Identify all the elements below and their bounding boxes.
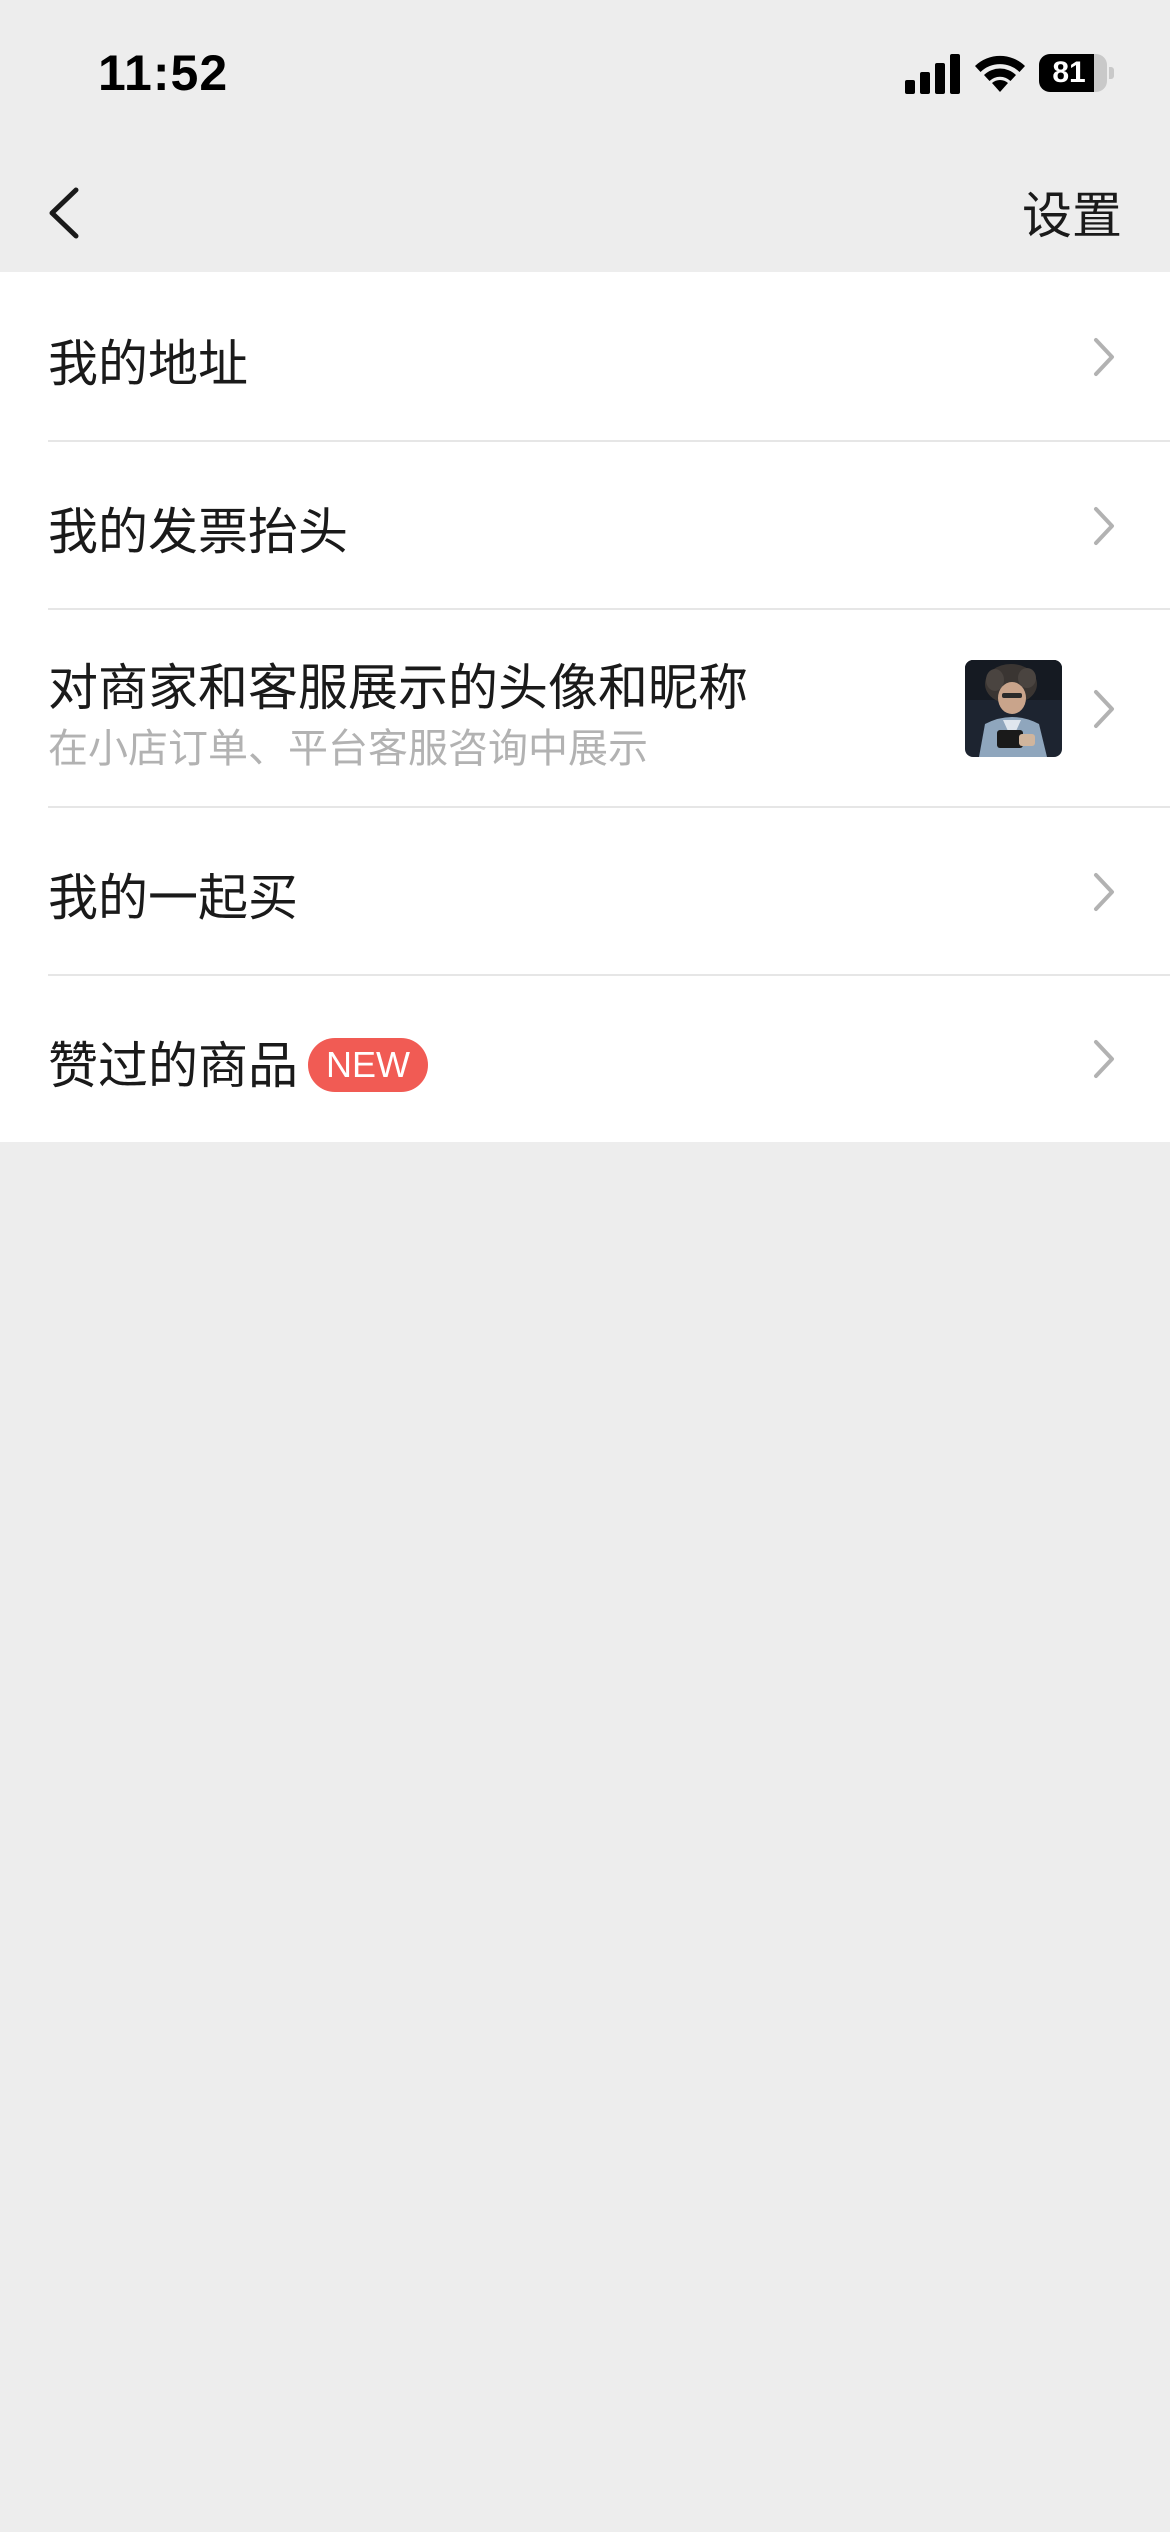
chevron-left-icon[interactable]: [40, 180, 90, 246]
navigation-bar: 设置: [0, 150, 1170, 272]
battery-icon: 81: [1039, 54, 1114, 92]
chevron-right-icon: [1094, 338, 1114, 376]
menu-item-my-address[interactable]: 我的地址: [0, 272, 1170, 442]
menu-item-label: 我的发票抬头: [48, 503, 348, 561]
avatar: [965, 660, 1062, 757]
menu-item-buy-together[interactable]: 我的一起买: [0, 808, 1170, 976]
new-badge: NEW: [308, 1038, 428, 1092]
menu-item-label-row: 赞过的商品 NEW: [48, 1026, 428, 1098]
cellular-signal-icon: [905, 54, 960, 94]
status-bar: 11:52 81: [0, 0, 1170, 150]
chevron-right-icon: [1094, 1040, 1114, 1078]
battery-level-text: 81: [1052, 56, 1086, 89]
chevron-right-icon: [1094, 690, 1114, 728]
menu-item-label: 我的地址: [48, 335, 248, 393]
chevron-right-icon: [1094, 507, 1114, 545]
menu-item-label: 赞过的商品: [48, 1037, 298, 1095]
menu-item-liked-products[interactable]: 赞过的商品 NEW: [0, 976, 1170, 1142]
page-title: 设置: [1022, 187, 1122, 245]
wifi-icon: [975, 55, 1025, 92]
menu-item-label: 我的一起买: [48, 869, 298, 927]
menu-item-invoice-title[interactable]: 我的发票抬头: [0, 442, 1170, 610]
menu-item-avatar-nickname[interactable]: 对商家和客服展示的头像和昵称 在小店订单、平台客服咨询中展示: [0, 610, 1170, 808]
menu-item-label: 对商家和客服展示的头像和昵称: [48, 659, 748, 717]
menu-item-sublabel: 在小店订单、平台客服咨询中展示: [48, 726, 648, 772]
chevron-right-icon: [1094, 873, 1114, 911]
settings-menu-list: 我的地址 我的发票抬头 对商家和客服展示的头像和昵称 在小店订单、平台客服咨询中…: [0, 272, 1170, 1142]
status-time: 11:52: [98, 45, 229, 101]
